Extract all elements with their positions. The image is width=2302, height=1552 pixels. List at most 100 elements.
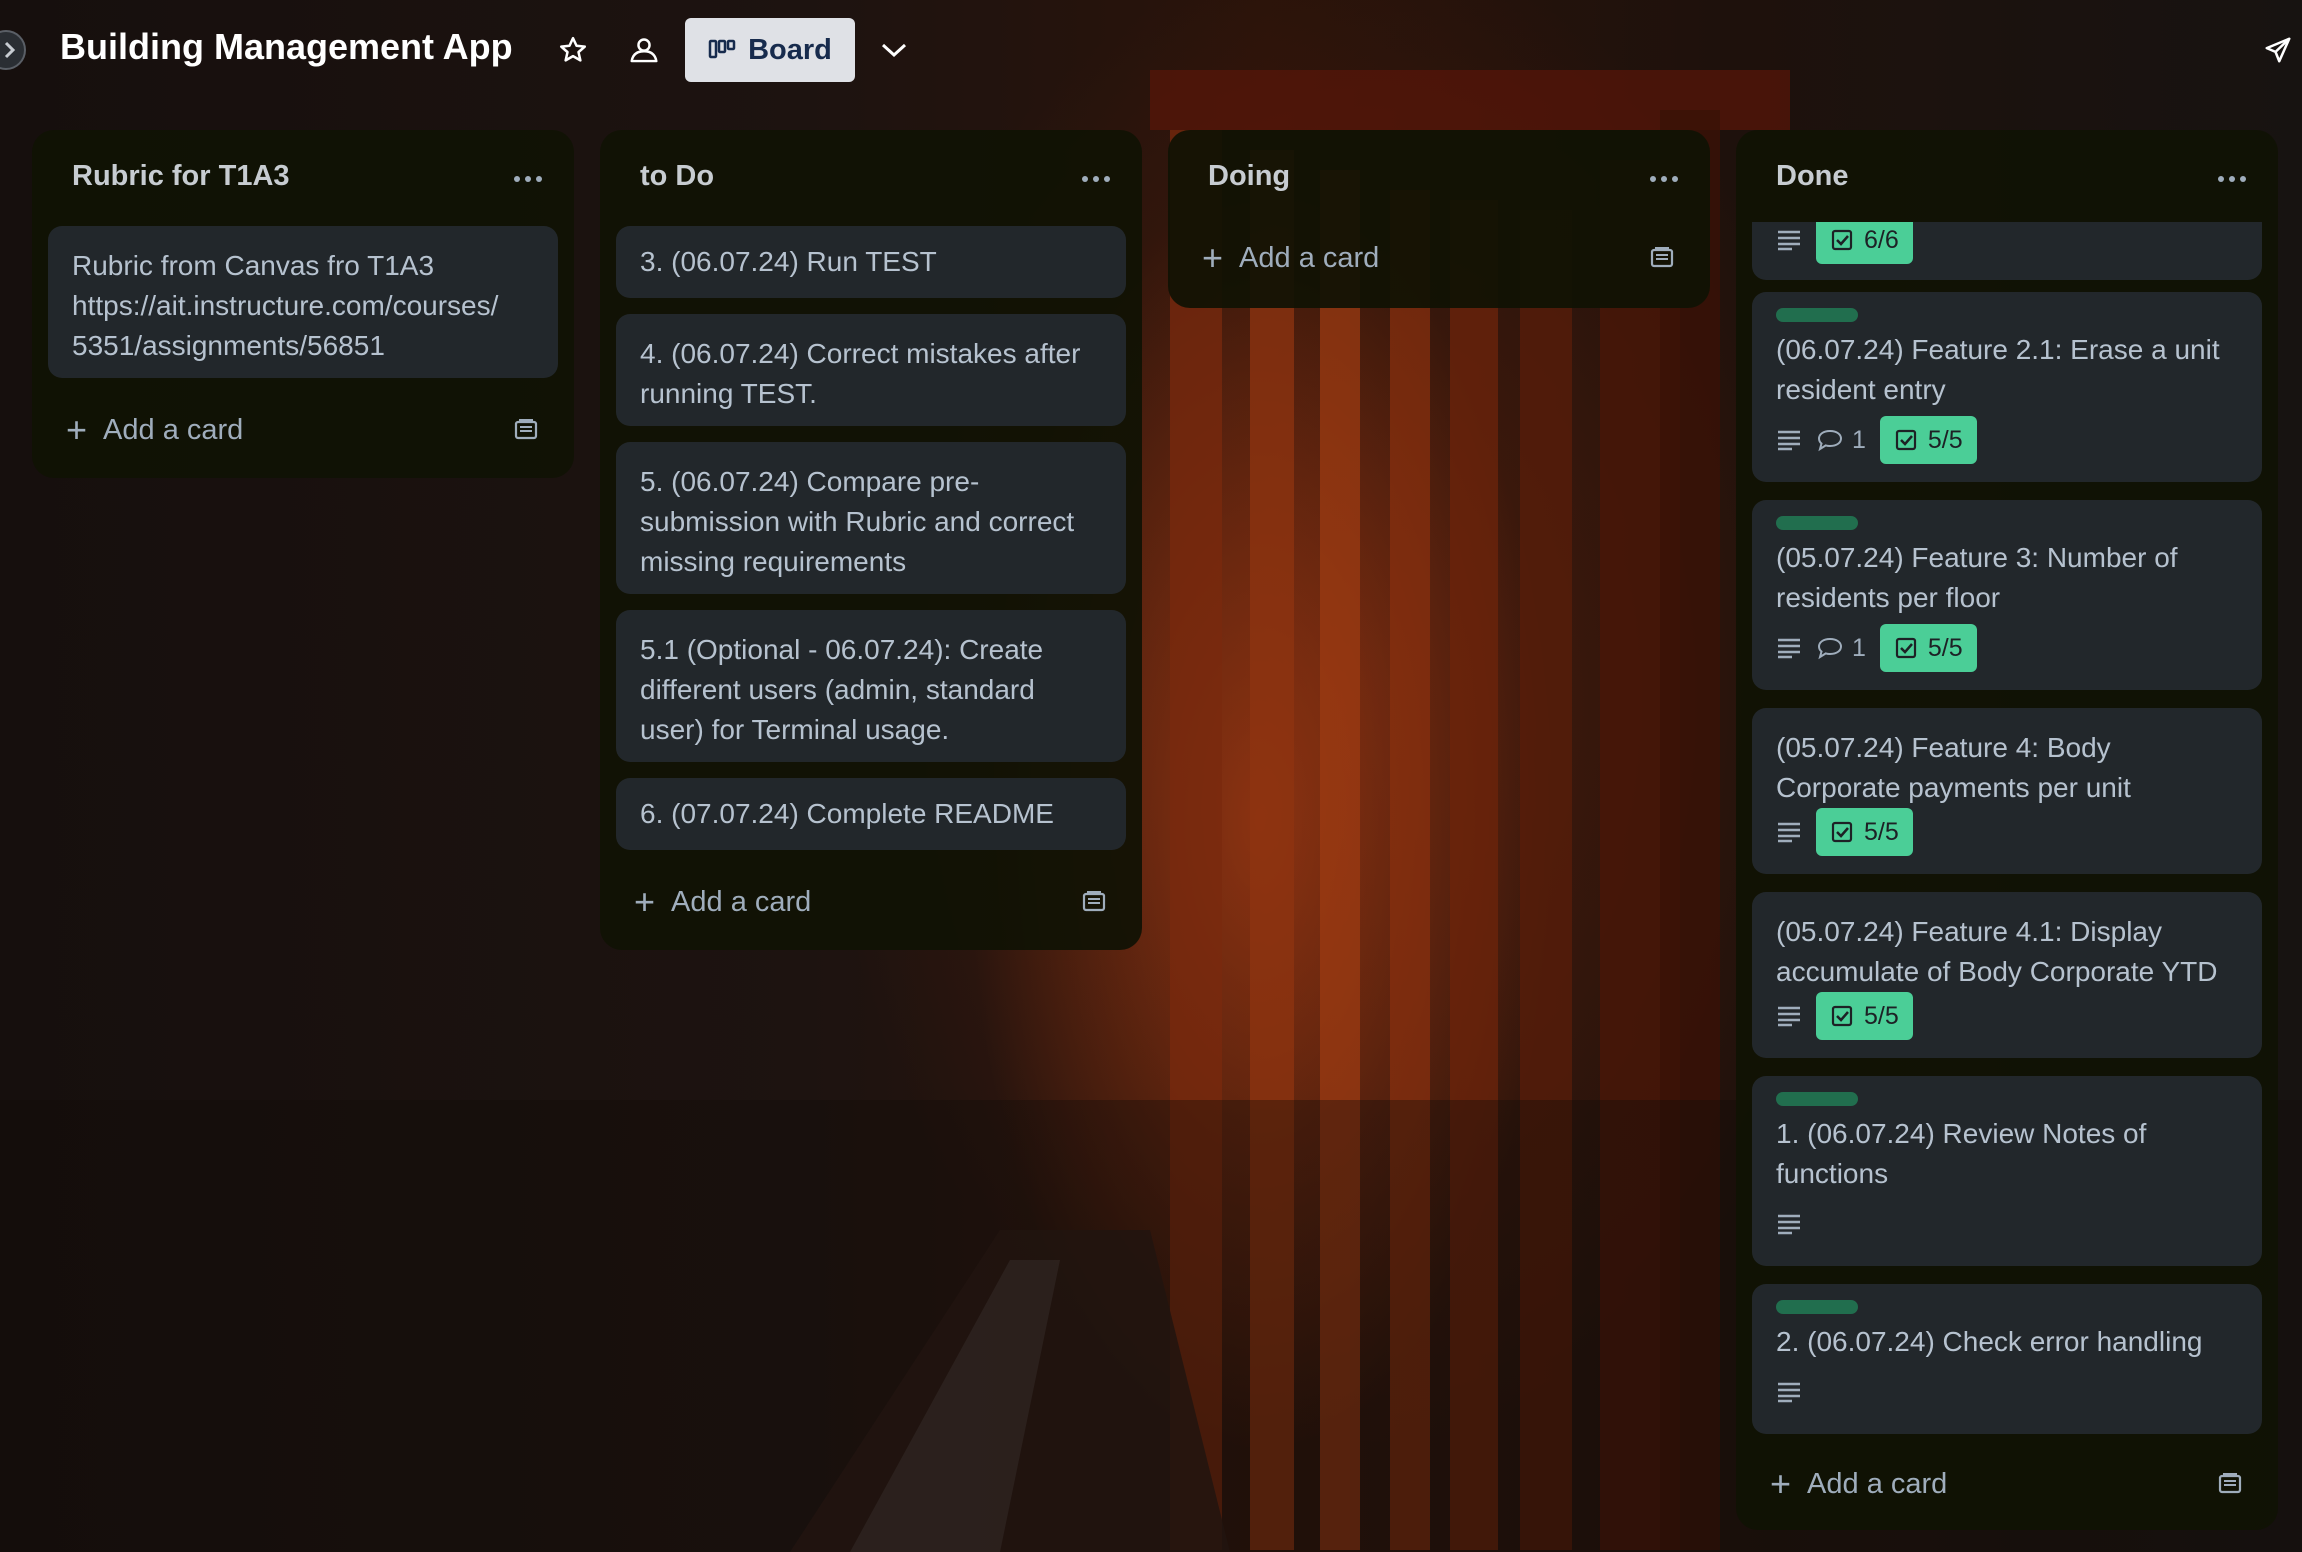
card-badges: 6/6 bbox=[1776, 222, 1913, 264]
list-actions-button[interactable] bbox=[1074, 164, 1118, 194]
plus-icon: + bbox=[634, 881, 656, 922]
add-card-label: Add a card bbox=[671, 885, 812, 918]
card-title-line: (05.07.24) Feature 3: Number of bbox=[1776, 542, 2178, 573]
comments-badge: 1 bbox=[1816, 420, 1866, 460]
card-title-line: 4. (06.07.24) Correct mistakes after bbox=[640, 338, 1081, 369]
card-title-line: (06.07.24) Feature 2.1: Erase a unit bbox=[1776, 334, 2220, 365]
card-title-line: different users (admin, standard bbox=[640, 674, 1035, 705]
list-actions-button[interactable] bbox=[506, 164, 550, 194]
card-label-green[interactable] bbox=[1776, 308, 1858, 322]
list-actions-button[interactable] bbox=[2210, 164, 2254, 194]
comment-count: 1 bbox=[1852, 426, 1866, 454]
board-title[interactable]: Building Management App bbox=[60, 26, 513, 68]
create-from-template-button[interactable] bbox=[2210, 1464, 2250, 1504]
create-from-template-button[interactable] bbox=[506, 410, 546, 450]
board-view-button[interactable]: Board bbox=[685, 18, 855, 82]
list-todo: to Do 3. (06.07.24) Run TEST 4. (06.07.2… bbox=[600, 130, 1142, 950]
card[interactable]: 4. (06.07.24) Correct mistakes after run… bbox=[616, 314, 1126, 426]
card-title-line: 2. (06.07.24) Check error handling bbox=[1776, 1326, 2203, 1357]
checkbox-icon bbox=[1895, 429, 1917, 451]
card-title-line: missing requirements bbox=[640, 546, 907, 577]
list-title[interactable]: Doing bbox=[1208, 160, 1290, 193]
description-icon bbox=[1778, 1214, 1800, 1235]
star-icon bbox=[560, 36, 586, 62]
list-cards-scroll-area[interactable]: 6/6 (06.07.24) Feature 2.1: Erase a unit… bbox=[1752, 222, 2262, 1444]
template-icon bbox=[1082, 891, 1106, 912]
card[interactable]: (05.07.24) Feature 4: Body Corporate pay… bbox=[1752, 708, 2262, 874]
card-title-line: residents per floor bbox=[1776, 582, 2001, 613]
sidebar-expand-button[interactable] bbox=[0, 30, 26, 70]
visibility-button[interactable] bbox=[624, 30, 664, 70]
card[interactable]: (05.07.24) Feature 3: Number of resident… bbox=[1752, 500, 2262, 690]
card-title-line: 6. (07.07.24) Complete README bbox=[640, 798, 1054, 829]
checklist-count: 5/5 bbox=[1927, 634, 1963, 662]
board-view-label: Board bbox=[748, 33, 832, 66]
comments-badge: 1 bbox=[1816, 628, 1866, 668]
card-title-line: Corporate payments per unit bbox=[1776, 772, 2131, 803]
create-from-template-button[interactable] bbox=[1074, 882, 1114, 922]
card-title-line: accumulate of Body Corporate YTD bbox=[1776, 956, 2218, 987]
card[interactable]: 6. (07.07.24) Complete README bbox=[616, 778, 1126, 850]
checklist-badge: 5/5 bbox=[1816, 992, 1913, 1040]
card[interactable]: (05.07.24) Feature 4.1: Display accumula… bbox=[1752, 892, 2262, 1058]
list-title[interactable]: to Do bbox=[640, 160, 714, 193]
card[interactable]: (06.07.24) Feature 2.1: Erase a unit res… bbox=[1752, 292, 2262, 482]
checklist-badge: 6/6 bbox=[1816, 222, 1913, 264]
create-from-template-button[interactable] bbox=[1642, 238, 1682, 278]
more-horizontal-icon bbox=[1650, 176, 1678, 182]
add-card-label: Add a card bbox=[1807, 1467, 1948, 1500]
comment-icon bbox=[1817, 637, 1843, 660]
description-icon bbox=[1778, 638, 1800, 659]
checklist-count: 5/5 bbox=[1864, 1002, 1899, 1030]
card[interactable]: 5. (06.07.24) Compare pre- submission wi… bbox=[616, 442, 1126, 594]
star-board-button[interactable] bbox=[553, 30, 593, 70]
card[interactable]: 2. (06.07.24) Check error handling bbox=[1752, 1284, 2262, 1434]
card[interactable]: 6/6 bbox=[1752, 222, 2262, 280]
card-label-green[interactable] bbox=[1776, 1300, 1858, 1314]
add-card-button[interactable]: + Add a card bbox=[634, 874, 811, 930]
card-label-green[interactable] bbox=[1776, 516, 1858, 530]
card-title-line: 3. (06.07.24) Run TEST bbox=[640, 246, 937, 277]
card-title-line: submission with Rubric and correct bbox=[640, 506, 1075, 537]
comment-count: 1 bbox=[1852, 634, 1866, 662]
plus-icon: + bbox=[66, 409, 88, 450]
card[interactable]: Rubric from Canvas fro T1A3 https://ait.… bbox=[48, 226, 558, 378]
list-actions-button[interactable] bbox=[1642, 164, 1686, 194]
chevron-down-icon bbox=[881, 43, 907, 58]
card[interactable]: 1. (06.07.24) Review Notes of functions bbox=[1752, 1076, 2262, 1266]
power-ups-button[interactable] bbox=[2258, 30, 2298, 70]
list-doing: Doing + Add a card bbox=[1168, 130, 1710, 308]
card-title-line: (05.07.24) Feature 4.1: Display bbox=[1776, 916, 2162, 947]
card-title-line: user) for Terminal usage. bbox=[640, 714, 950, 745]
checklist-count: 5/5 bbox=[1927, 426, 1963, 454]
card-label-green[interactable] bbox=[1776, 1092, 1858, 1106]
switch-view-button[interactable] bbox=[874, 30, 914, 70]
list-title[interactable]: Rubric for T1A3 bbox=[72, 160, 290, 193]
card[interactable]: 3. (06.07.24) Run TEST bbox=[616, 226, 1126, 298]
card-badges: 5/5 bbox=[1776, 808, 1913, 856]
list-title[interactable]: Done bbox=[1776, 160, 1849, 193]
card-title-line: functions bbox=[1776, 1158, 1889, 1189]
checkbox-icon bbox=[1831, 821, 1853, 843]
card-badges bbox=[1776, 1368, 1802, 1416]
list-rubric: Rubric for T1A3 Rubric from Canvas fro T… bbox=[32, 130, 574, 478]
chevron-right-icon bbox=[4, 41, 16, 59]
checklist-count: 5/5 bbox=[1864, 818, 1899, 846]
add-card-button[interactable]: + Add a card bbox=[66, 402, 243, 458]
template-icon bbox=[514, 419, 538, 440]
team-visibility-icon bbox=[630, 38, 658, 63]
card-title-line: 5351/assignments/56851 bbox=[72, 330, 385, 361]
description-icon bbox=[1778, 430, 1800, 451]
power-up-rocket-icon bbox=[2265, 37, 2291, 63]
card-title-line: resident entry bbox=[1776, 374, 1946, 405]
card-badges bbox=[1776, 1200, 1802, 1248]
add-card-button[interactable]: + Add a card bbox=[1202, 230, 1379, 286]
checkbox-icon bbox=[1831, 229, 1853, 251]
card-badges: 5/5 bbox=[1776, 992, 1913, 1040]
card-title-line: 5. (06.07.24) Compare pre- bbox=[640, 466, 980, 497]
card[interactable]: 5.1 (Optional - 06.07.24): Create differ… bbox=[616, 610, 1126, 762]
add-card-button[interactable]: + Add a card bbox=[1770, 1456, 1947, 1512]
description-icon bbox=[1778, 822, 1800, 843]
more-horizontal-icon bbox=[1082, 176, 1110, 182]
card-title-line: (05.07.24) Feature 4: Body bbox=[1776, 732, 2111, 763]
